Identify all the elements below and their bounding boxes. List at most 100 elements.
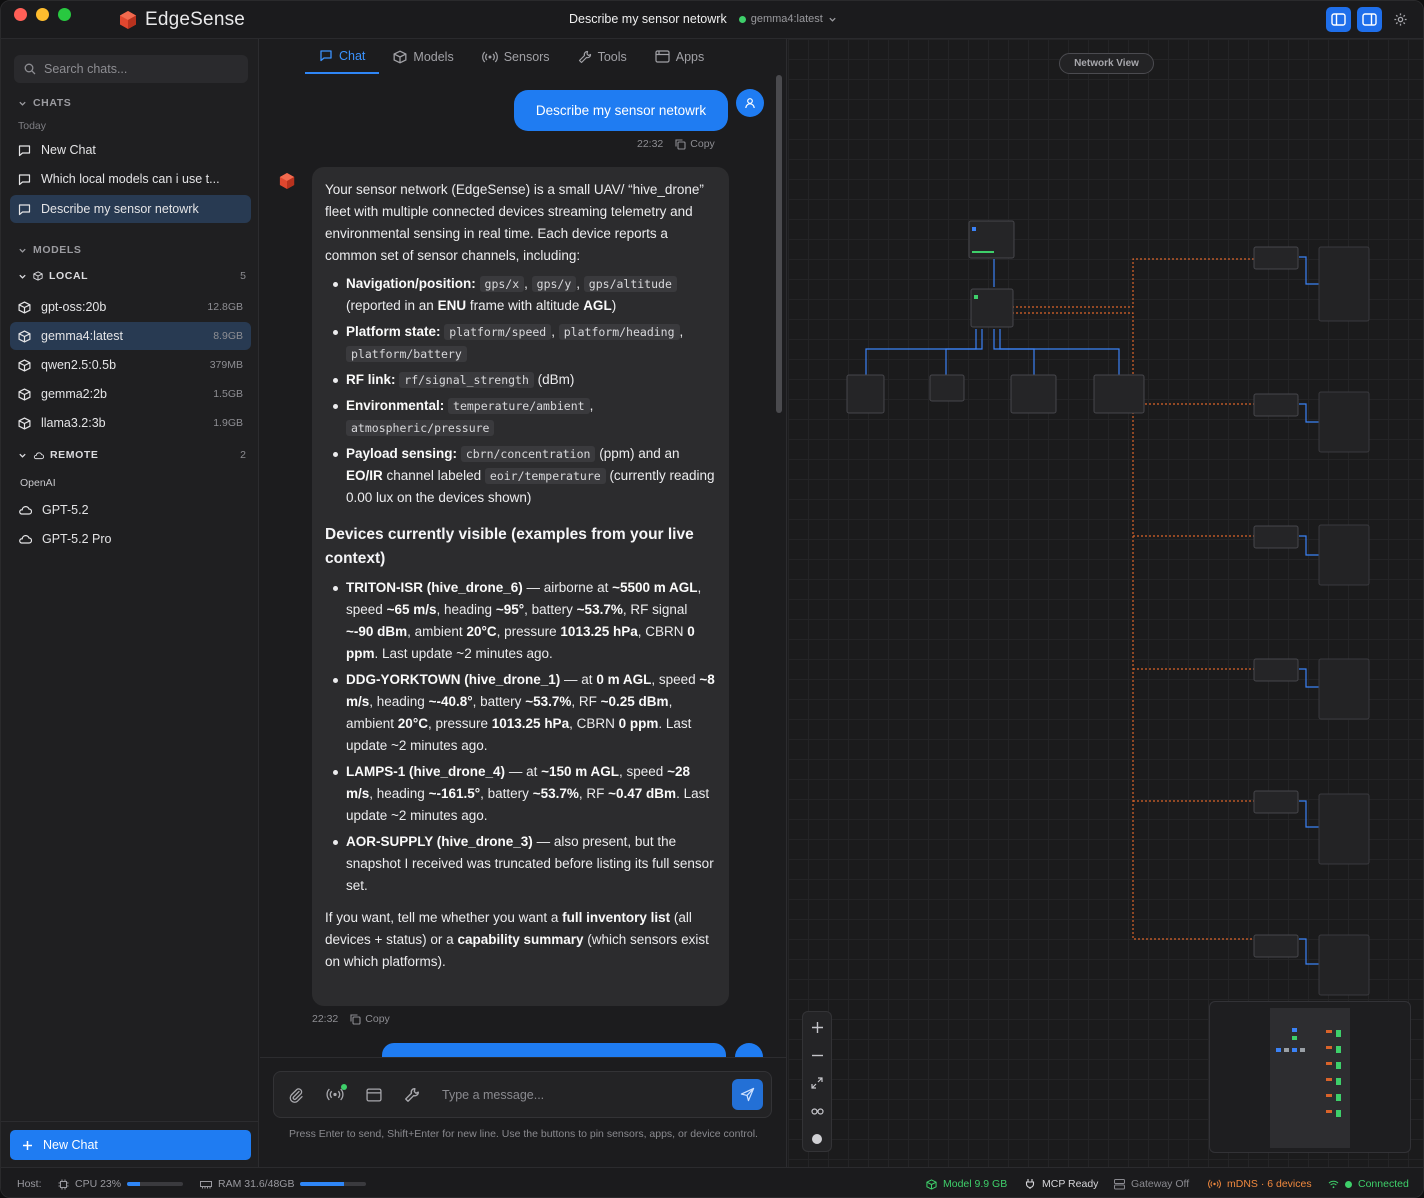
- network-minimap[interactable]: [1209, 1001, 1411, 1153]
- text-span: frame with altitude: [469, 298, 580, 313]
- bold-span: 0 m AGL: [596, 672, 652, 687]
- assistant-avatar-icon: [279, 173, 295, 189]
- toggle-right-panel-button[interactable]: [1357, 7, 1382, 32]
- device-node: [1253, 790, 1299, 814]
- minimap-graph: [1270, 1008, 1350, 1148]
- bold-span: ENU: [437, 298, 467, 313]
- edge: [1299, 800, 1319, 828]
- cloud-icon: [33, 451, 44, 459]
- user-message-meta: 22:32 Copy: [637, 138, 715, 150]
- conversation-title: Describe my sensor netowrk: [569, 12, 727, 26]
- chat-item-label: New Chat: [41, 143, 96, 157]
- chat-item-active[interactable]: Describe my sensor netowrk: [10, 195, 251, 223]
- tab-tools[interactable]: Tools: [564, 39, 641, 74]
- tab-models[interactable]: Models: [379, 39, 467, 74]
- text-span: , CBRN: [569, 716, 615, 731]
- chat-item[interactable]: Which local models can i use t...: [10, 165, 251, 193]
- bold-span: 1013.25 hPa: [560, 624, 638, 639]
- device-name: TRITON-ISR (hive_drone_6): [346, 580, 523, 595]
- connected-dot: [1345, 1180, 1352, 1188]
- cube-icon: [18, 416, 31, 430]
- network-view-pane[interactable]: Network View: [788, 39, 1424, 1167]
- device-node: [1253, 246, 1299, 270]
- zoom-window-button[interactable]: [58, 8, 71, 21]
- bold-span: 0 ppm: [618, 716, 659, 731]
- provider-label: OpenAI: [20, 477, 56, 489]
- tab-chat[interactable]: Chat: [305, 39, 380, 74]
- app-window-icon[interactable]: [366, 1087, 382, 1102]
- cpu-usage-fill: [127, 1182, 140, 1186]
- models-section-toggle[interactable]: MODELS: [18, 244, 246, 256]
- copy-button[interactable]: Copy: [350, 1013, 390, 1025]
- chat-scrollbar[interactable]: [776, 75, 782, 413]
- search-chats-input[interactable]: Search chats...: [14, 55, 248, 83]
- ram-label: RAM 31.6/48GB: [218, 1178, 295, 1190]
- gateway-status[interactable]: Gateway Off: [1114, 1168, 1189, 1197]
- center-view-button[interactable]: [803, 1125, 831, 1153]
- minimap-node: [1326, 1046, 1332, 1049]
- toggle-left-panel-button[interactable]: [1326, 7, 1351, 32]
- code-span: platform/battery: [346, 346, 467, 362]
- text-span: If you want, tell me whether you want a: [325, 910, 559, 925]
- main-tabs: Chat Models Sensors Tools Apps: [305, 39, 718, 74]
- chats-section-toggle[interactable]: CHATS: [18, 97, 246, 109]
- device-item: TRITON-ISR (hive_drone_6) — airborne at …: [333, 577, 716, 665]
- bold-span: ~5500 m AGL: [612, 580, 698, 595]
- remote-model-item[interactable]: GPT-5.2 Pro: [10, 525, 251, 553]
- tab-sensors[interactable]: Sensors: [468, 39, 564, 74]
- message-time: 22:32: [312, 1013, 339, 1025]
- connection-status[interactable]: Connected: [1328, 1168, 1409, 1197]
- model-status[interactable]: Model 9.9 GB: [926, 1168, 1007, 1197]
- remote-section-toggle[interactable]: REMOTE 2: [18, 449, 246, 461]
- mcp-status[interactable]: MCP Ready: [1024, 1168, 1098, 1197]
- item-label: Navigation/position:: [346, 276, 476, 291]
- new-chat-button[interactable]: New Chat: [10, 1130, 251, 1160]
- zoom-out-button[interactable]: [803, 1041, 831, 1069]
- fit-view-button[interactable]: [803, 1069, 831, 1097]
- model-item[interactable]: gpt-oss:20b 12.8GB: [10, 293, 251, 321]
- copy-button[interactable]: Copy: [675, 138, 715, 150]
- mdns-status[interactable]: mDNS · 6 devices: [1208, 1168, 1312, 1197]
- model-name: qwen2.5:0.5b: [41, 358, 117, 372]
- chat-item[interactable]: New Chat: [10, 136, 251, 164]
- model-item-active[interactable]: gemma4:latest 8.9GB: [10, 322, 251, 350]
- model-item[interactable]: llama3.2:3b 1.9GB: [10, 409, 251, 437]
- bold-span: capability summary: [457, 932, 584, 947]
- pin-sensor-button[interactable]: [326, 1084, 347, 1101]
- tab-apps[interactable]: Apps: [641, 39, 719, 74]
- model-selector[interactable]: gemma4:latest: [738, 13, 837, 25]
- minimap-node: [1300, 1048, 1305, 1052]
- send-button[interactable]: [732, 1079, 763, 1110]
- message-composer[interactable]: Type a message...: [273, 1071, 772, 1118]
- hub-node: [970, 288, 1014, 328]
- text-span: , RF signal: [622, 602, 688, 617]
- title-bar: EdgeSense Describe my sensor netowrk gem…: [1, 1, 1423, 39]
- code-span: eoir/temperature: [484, 468, 606, 484]
- zoom-in-button[interactable]: [803, 1013, 831, 1041]
- paperclip-icon[interactable]: [288, 1087, 304, 1103]
- edge: [1299, 256, 1319, 285]
- model-item[interactable]: qwen2.5:0.5b 379MB: [10, 351, 251, 379]
- text-span: , CBRN: [637, 624, 684, 639]
- network-graph[interactable]: [788, 39, 1424, 999]
- minimize-window-button[interactable]: [36, 8, 49, 21]
- node-icon: [972, 227, 976, 231]
- message-input-placeholder[interactable]: Type a message...: [442, 1088, 710, 1102]
- local-section-toggle[interactable]: LOCAL 5: [18, 270, 246, 282]
- toggle-lock-button[interactable]: [803, 1097, 831, 1125]
- expand-icon: [811, 1077, 823, 1089]
- text-span: , pressure: [427, 716, 488, 731]
- settings-button[interactable]: [1388, 7, 1413, 32]
- code-span: cbrn/concentration: [460, 446, 596, 462]
- code-span: platform/heading: [558, 324, 680, 340]
- cube-icon: [18, 329, 31, 343]
- broadcast-icon: [481, 51, 498, 62]
- remote-model-item[interactable]: GPT-5.2: [10, 496, 251, 524]
- list-item: Environmental: temperature/ambient, atmo…: [333, 395, 716, 439]
- chevron-down-icon: [829, 17, 836, 22]
- close-window-button[interactable]: [14, 8, 27, 21]
- cpu-label: CPU 23%: [75, 1178, 122, 1190]
- code-span: platform/speed: [444, 324, 552, 340]
- model-item[interactable]: gemma2:2b 1.5GB: [10, 380, 251, 408]
- wrench-icon[interactable]: [404, 1087, 420, 1103]
